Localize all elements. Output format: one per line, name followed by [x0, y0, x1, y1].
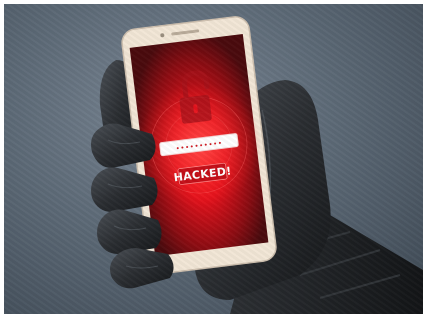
photo-frame: •••••••••• HACKED! — [4, 4, 423, 314]
hacked-phone-scene: •••••••••• HACKED! — [91, 16, 423, 314]
